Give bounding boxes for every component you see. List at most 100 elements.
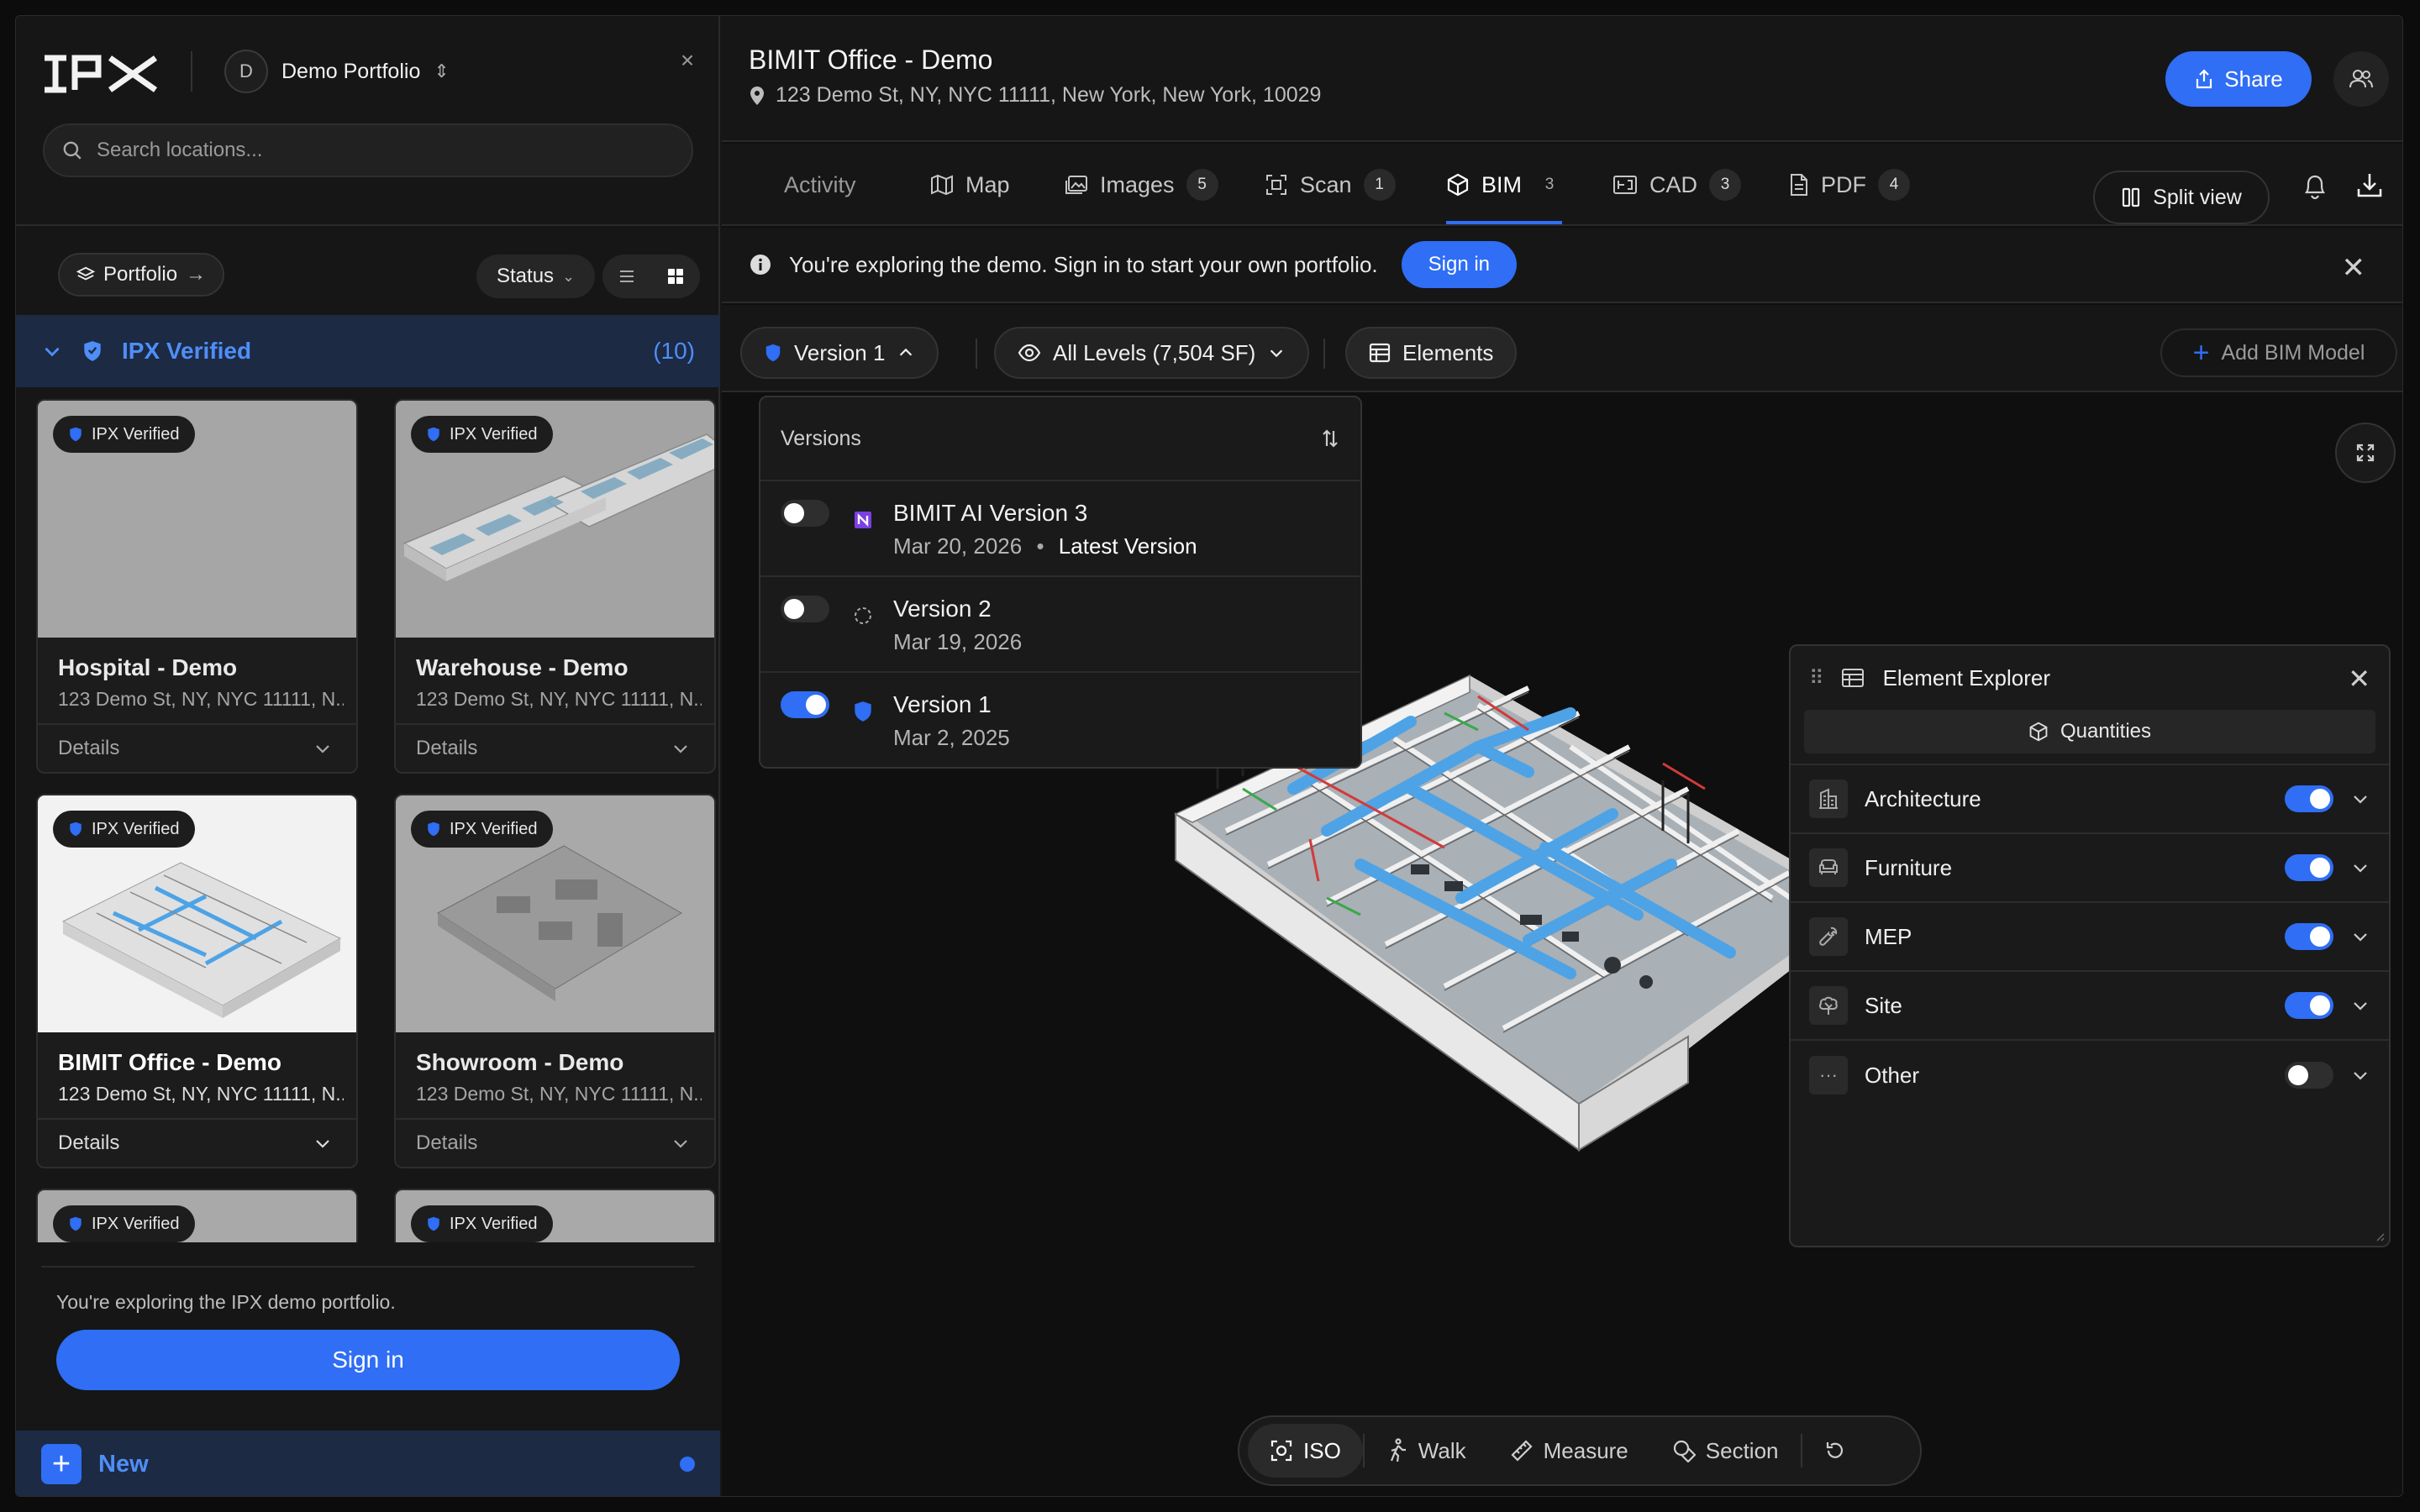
close-icon[interactable]: ✕ [2342, 251, 2366, 285]
quantities-label: Quantities [2060, 720, 2152, 743]
search-input[interactable] [97, 139, 651, 162]
tab-activity[interactable]: Activity [784, 144, 856, 226]
quantities-button[interactable]: Quantities [1804, 710, 2375, 753]
app-window: D Demo Portfolio ⇕ × Portfolio → Status … [15, 15, 2403, 1497]
toolbar-divider [976, 339, 977, 369]
ruler-icon [1511, 1440, 1533, 1462]
version-row[interactable]: BIMIT AI Version 3 Mar 20, 2026 • Latest… [760, 481, 1360, 577]
property-cards: IPX Verified Hospital - Demo 123 Demo St… [16, 389, 720, 1252]
card-details[interactable]: Details [58, 1131, 119, 1155]
badge-label: IPX Verified [450, 424, 538, 444]
portfolio-switcher[interactable]: D Demo Portfolio ⇕ [224, 46, 450, 97]
new-button[interactable]: + New [16, 1431, 720, 1496]
pdf-icon [1791, 174, 1807, 196]
reset-view-button[interactable] [1802, 1424, 1868, 1478]
tab-bim[interactable]: BIM 3 [1446, 144, 1565, 226]
search-bar[interactable] [43, 123, 693, 177]
chevron-down-icon[interactable] [2350, 1065, 2370, 1085]
tab-images[interactable]: Images 5 [1065, 144, 1218, 226]
explorer-divider [1791, 753, 2389, 765]
iso-tool[interactable]: ISO [1248, 1424, 1363, 1478]
property-card-hospital[interactable]: IPX Verified Hospital - Demo 123 Demo St… [36, 399, 358, 774]
add-bim-model-button[interactable]: + Add BIM Model [2160, 328, 2397, 377]
share-button[interactable]: Share [2165, 51, 2312, 107]
levels-dropdown[interactable]: All Levels (7,504 SF) [994, 327, 1310, 379]
download-icon[interactable] [2355, 171, 2384, 201]
chevron-down-icon[interactable] [313, 1133, 333, 1153]
grid-view-icon[interactable] [666, 266, 686, 286]
version-toggle[interactable] [781, 691, 829, 718]
category-toggle[interactable] [2285, 854, 2333, 881]
badge-label: IPX Verified [92, 1214, 180, 1233]
property-card-bimit-office[interactable]: IPX Verified BIMIT Office - Demo 123 Dem… [36, 794, 358, 1168]
bell-icon[interactable] [2302, 172, 2328, 201]
status-filter[interactable]: Status ⌄ [476, 255, 596, 298]
card-details[interactable]: Details [58, 737, 119, 760]
badge-label: IPX Verified [450, 819, 538, 838]
fullscreen-button[interactable] [2335, 423, 2396, 483]
chevron-down-icon[interactable] [313, 738, 333, 759]
category-toggle[interactable] [2285, 992, 2333, 1019]
project-address: 123 Demo St, NY, NYC 11111, New York, Ne… [749, 83, 1321, 108]
tab-count-badge: 5 [1186, 169, 1218, 201]
category-row-architecture[interactable]: Architecture [1791, 765, 2389, 834]
sort-icon[interactable] [1320, 428, 1340, 449]
tab-cad[interactable]: CAD 3 [1612, 144, 1742, 226]
tab-label: BIM [1481, 171, 1523, 197]
portfolio-pill[interactable]: Portfolio → [58, 253, 225, 297]
category-row-furniture[interactable]: Furniture [1791, 834, 2389, 903]
plus-icon: + [2192, 337, 2210, 369]
view-toggle[interactable] [602, 255, 700, 298]
category-toggle[interactable] [2285, 923, 2333, 950]
iso-label: ISO [1303, 1437, 1341, 1463]
walk-tool[interactable]: Walk [1365, 1424, 1488, 1478]
version-row[interactable]: Version 2 Mar 19, 2026 [760, 577, 1360, 673]
version-dropdown[interactable]: Version 1 [740, 327, 939, 379]
measure-tool[interactable]: Measure [1488, 1424, 1650, 1478]
tab-map[interactable]: Map [930, 144, 1010, 226]
version-toggle[interactable] [781, 596, 829, 622]
tab-count-badge: 3 [1544, 176, 1555, 193]
chevron-down-icon[interactable] [671, 738, 691, 759]
close-icon[interactable]: ✕ [2348, 663, 2370, 695]
verified-badge: IPX Verified [411, 416, 553, 453]
elements-button[interactable]: Elements [1345, 327, 1518, 379]
version-toggle[interactable] [781, 500, 829, 527]
banner-sign-in-button[interactable]: Sign in [1401, 241, 1518, 288]
category-toggle[interactable] [2285, 785, 2333, 812]
plus-icon: + [41, 1444, 82, 1484]
share-icon [2196, 69, 2212, 89]
sign-in-button[interactable]: Sign in [56, 1330, 680, 1390]
category-row-mep[interactable]: MEP [1791, 903, 2389, 972]
property-card-showroom[interactable]: IPX Verified Showroom - Demo 123 Demo St… [394, 794, 716, 1168]
list-view-icon[interactable] [617, 266, 637, 286]
card-details[interactable]: Details [416, 1131, 477, 1155]
category-row-other[interactable]: ··· Other [1791, 1041, 2389, 1110]
versions-dropdown: Versions BIMIT AI Version 3 Mar 20, 2026… [759, 396, 1362, 769]
drag-handle-icon[interactable]: ⠿ [1809, 666, 1824, 690]
version-name: BIMIT AI Version 3 [893, 500, 1088, 526]
tab-scan[interactable]: Scan 1 [1265, 144, 1396, 226]
split-view-button[interactable]: Split view [2093, 171, 2270, 224]
tab-pdf[interactable]: PDF 4 [1789, 144, 1910, 226]
category-toggle[interactable] [2285, 1062, 2333, 1089]
chevron-down-icon[interactable] [2350, 858, 2370, 878]
category-row-site[interactable]: Site [1791, 972, 2389, 1041]
verified-badge: IPX Verified [411, 811, 553, 848]
chevron-down-icon[interactable] [671, 1133, 691, 1153]
eye-icon [1018, 344, 1041, 362]
close-icon[interactable]: × [675, 48, 700, 73]
chevron-down-icon[interactable] [2350, 927, 2370, 947]
version-row[interactable]: Version 1 Mar 2, 2025 [760, 673, 1360, 767]
users-icon[interactable] [2333, 51, 2389, 107]
tab-count-badge: 4 [1878, 169, 1910, 201]
chevron-down-icon[interactable] [2350, 789, 2370, 809]
card-details[interactable]: Details [416, 737, 477, 760]
levels-label: All Levels (7,504 SF) [1053, 339, 1256, 365]
card-title: Hospital - Demo [58, 654, 238, 680]
section-tool[interactable]: Section [1650, 1424, 1801, 1478]
resize-handle-icon[interactable] [2372, 1229, 2386, 1242]
property-card-warehouse[interactable]: IPX Verified Warehouse - Demo 123 Demo S… [394, 399, 716, 774]
chevron-down-icon[interactable] [2350, 995, 2370, 1016]
group-header-verified[interactable]: IPX Verified (10) [16, 315, 720, 387]
